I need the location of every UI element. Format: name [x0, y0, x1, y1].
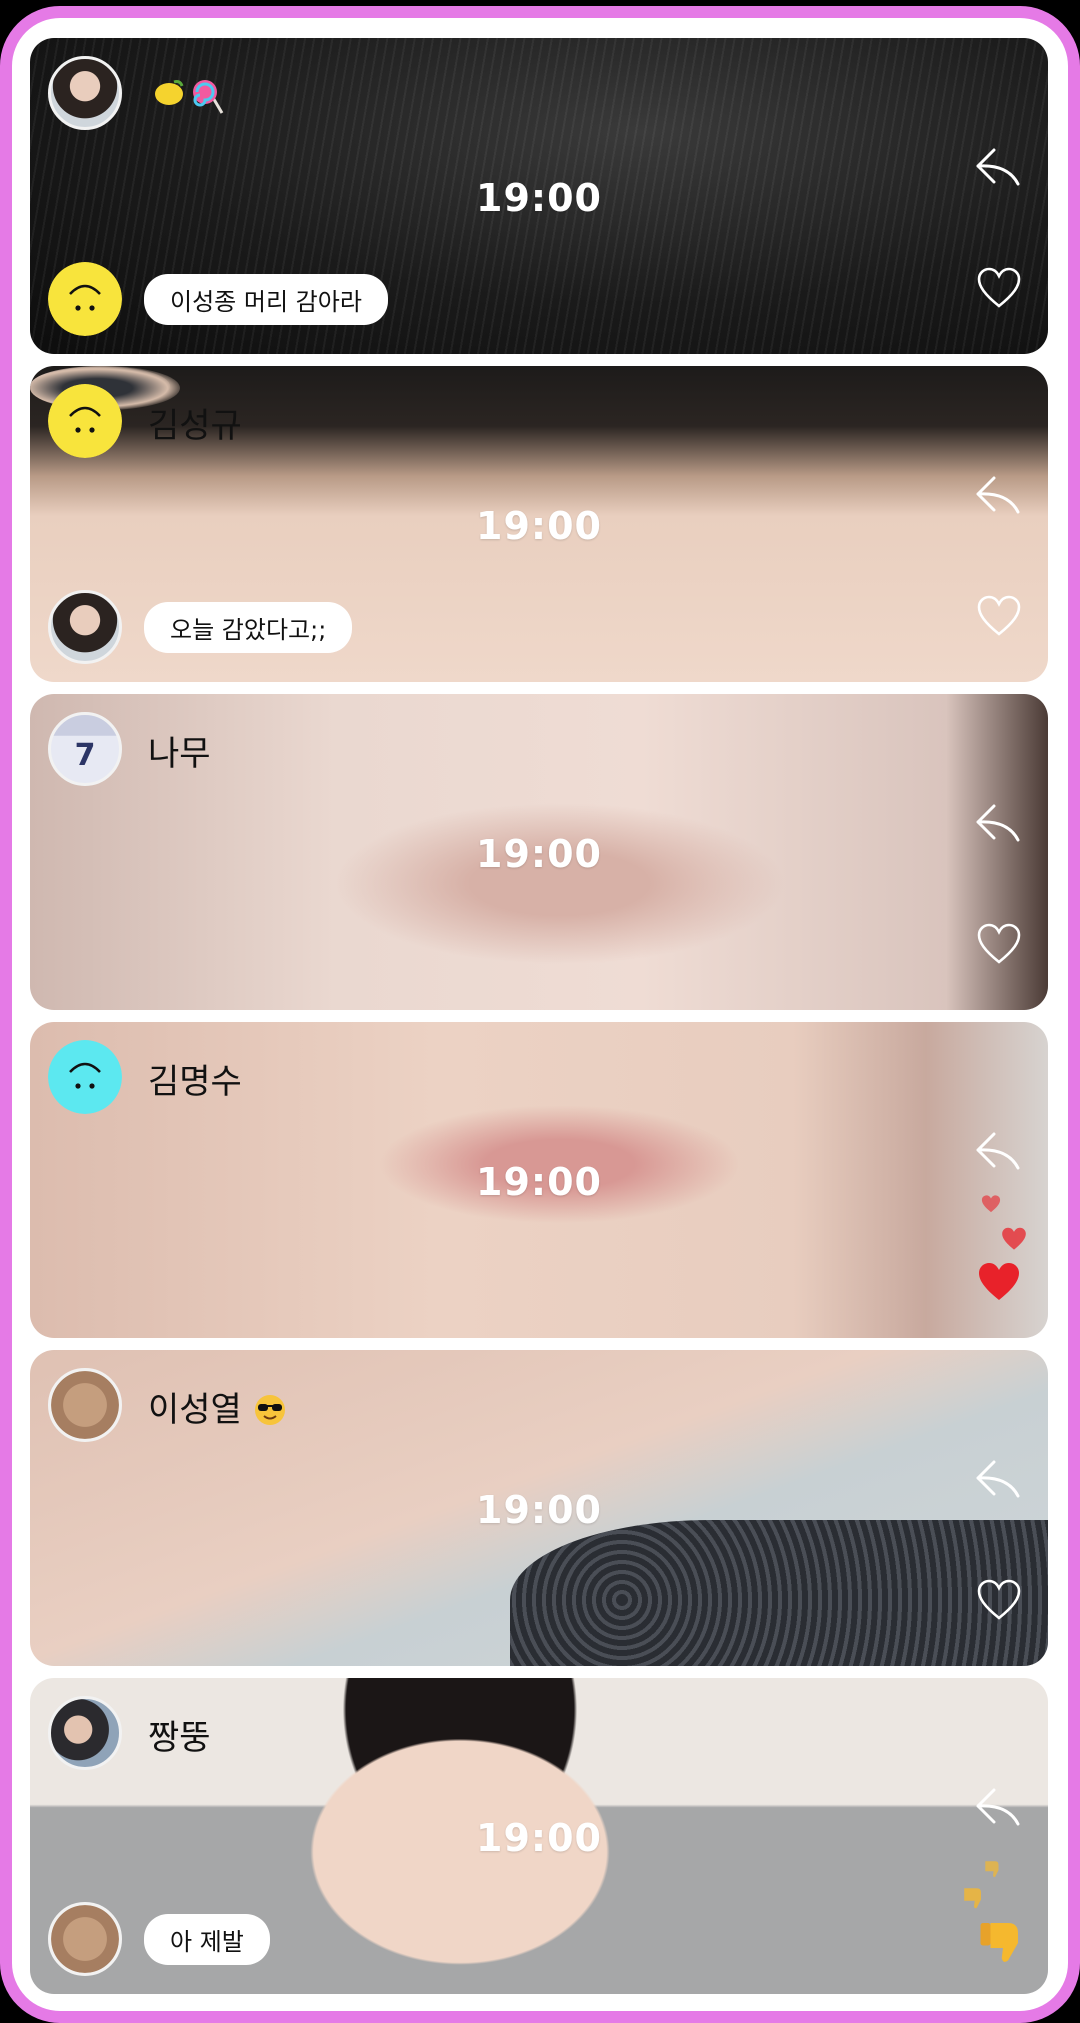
name-emoji-row — [152, 78, 224, 114]
small-thumbs-down-icon — [985, 1861, 999, 1878]
dog-photo-avatar[interactable] — [48, 1902, 122, 1976]
woman-photo-avatar[interactable] — [48, 590, 122, 664]
lemon-icon — [155, 80, 184, 105]
small-heart-icon — [981, 1195, 1001, 1213]
moment-card[interactable]: 짱뚱 19:00 아 제발 — [30, 1678, 1048, 1994]
reply-icon[interactable] — [974, 144, 1022, 188]
small-heart-icon — [1002, 1227, 1026, 1250]
moment-card[interactable]: 19:00 이성종 머리 감아라 — [30, 38, 1048, 354]
dog-photo-avatar[interactable] — [48, 1368, 122, 1442]
cyan-smiley-avatar[interactable] — [48, 1040, 122, 1114]
yellow-smiley-avatar[interactable] — [48, 262, 122, 336]
message-bubble: 오늘 감았다고;; — [144, 602, 353, 653]
author-name: 이성열 — [148, 1382, 287, 1431]
time-label: 19:00 — [476, 1488, 602, 1532]
jacket-shadow — [510, 1520, 1048, 1666]
sunglasses-emoji — [254, 1395, 285, 1425]
message-bubble: 아 제발 — [144, 1914, 270, 1965]
moment-card[interactable]: 이성열 19:00 — [30, 1350, 1048, 1666]
time-label: 19:00 — [476, 1160, 602, 1204]
lollipop-icon — [193, 80, 224, 114]
author-name: 김성규 — [148, 406, 242, 446]
moment-card[interactable]: 김성규 19:00 오늘 감았다고;; — [30, 366, 1048, 682]
time-label: 19:00 — [476, 176, 602, 220]
heart-outline-icon[interactable] — [976, 594, 1022, 638]
man-photo-avatar[interactable] — [48, 1696, 122, 1770]
small-thumbs-down-icon — [964, 1888, 981, 1909]
time-label: 19:00 — [476, 504, 602, 548]
yellow-smiley-avatar[interactable] — [48, 384, 122, 458]
reply-icon[interactable] — [974, 472, 1022, 516]
thumbs-down-icon[interactable] — [978, 1918, 1028, 1968]
woman-photo-avatar[interactable] — [48, 56, 122, 130]
message-bubble: 이성종 머리 감아라 — [144, 274, 388, 325]
moment-card[interactable]: 김명수 19:00 — [30, 1022, 1048, 1338]
svg-text:7: 7 — [75, 738, 96, 773]
moment-card[interactable]: 7 나무 19:00 — [30, 694, 1048, 1010]
author-name: 짱뚱 — [148, 1718, 211, 1758]
heart-outline-icon[interactable] — [976, 1578, 1022, 1622]
heart-outline-icon[interactable] — [976, 266, 1022, 310]
reply-icon[interactable] — [974, 800, 1022, 844]
time-label: 19:00 — [476, 1816, 602, 1860]
jersey-7-avatar[interactable]: 7 — [48, 712, 122, 786]
heart-filled-icon[interactable] — [976, 1260, 1022, 1304]
app-frame: 19:00 이성종 머리 감아라 김성규 19:00 오늘 감았다고;; 7 나… — [0, 6, 1080, 2023]
heart-outline-icon[interactable] — [976, 922, 1022, 966]
reply-icon[interactable] — [974, 1784, 1022, 1828]
author-name: 나무 — [148, 734, 211, 774]
reply-icon[interactable] — [974, 1128, 1022, 1172]
reply-icon[interactable] — [974, 1456, 1022, 1500]
author-name: 김명수 — [148, 1062, 242, 1102]
time-label: 19:00 — [476, 832, 602, 876]
